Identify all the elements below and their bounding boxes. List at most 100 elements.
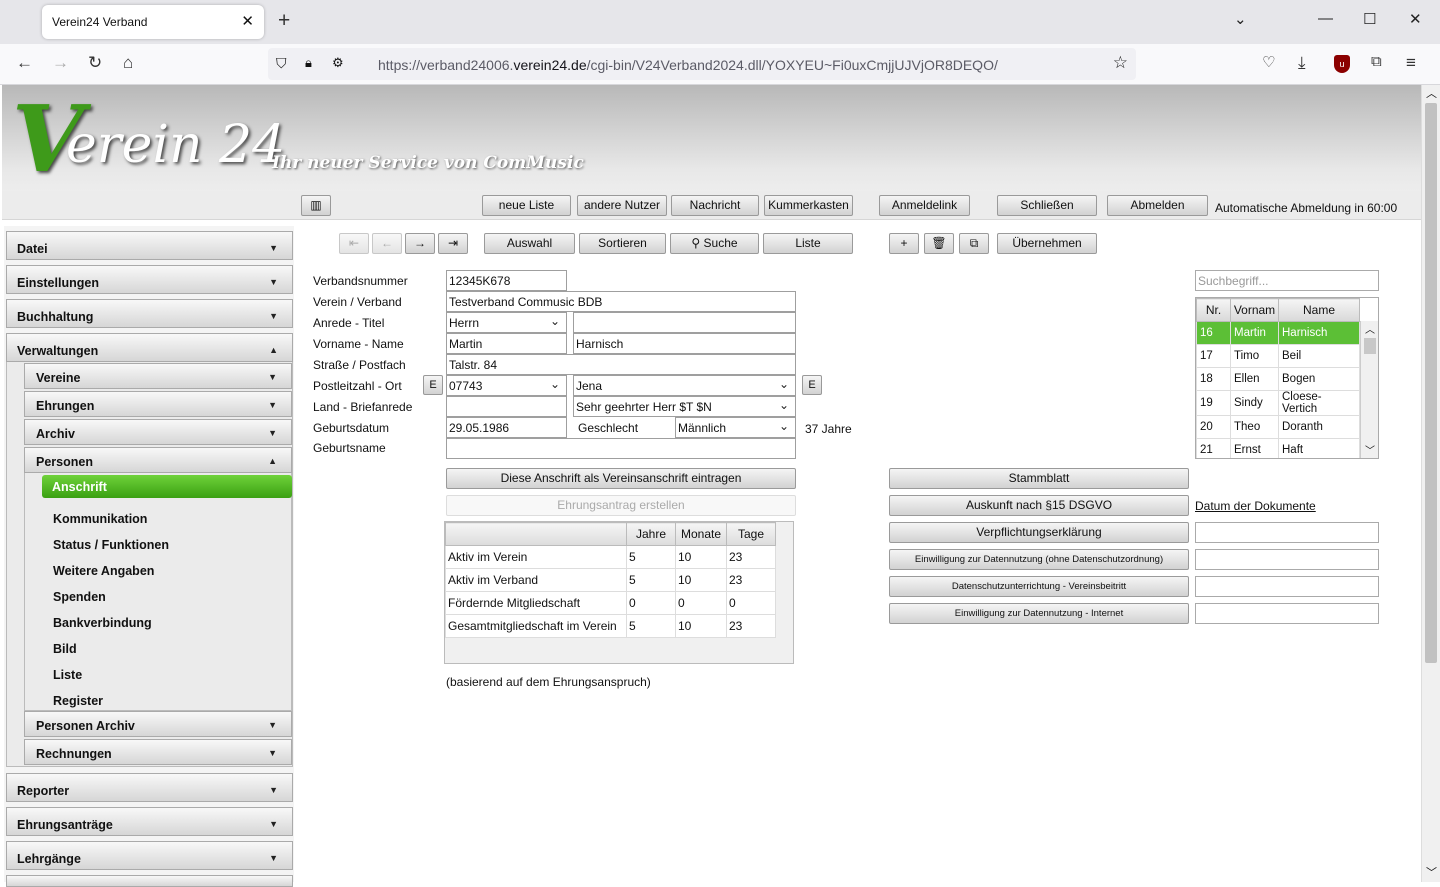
- sortieren-button[interactable]: Sortieren: [579, 233, 666, 254]
- uebernehmen-button[interactable]: Übernehmen: [997, 233, 1097, 254]
- neue-liste-button[interactable]: neue Liste: [482, 195, 571, 216]
- menu-ehrungsantraege[interactable]: Ehrungsanträge ▼: [6, 807, 293, 836]
- plz-select[interactable]: 07743: [446, 375, 567, 396]
- abmelden-button[interactable]: Abmelden: [1107, 195, 1208, 216]
- scroll-thumb[interactable]: [1425, 103, 1437, 663]
- permissions-icon[interactable]: ⚙: [332, 55, 344, 71]
- einwilligung2-button[interactable]: Einwilligung zur Datennutzung - Internet: [889, 603, 1189, 624]
- last-record-icon[interactable]: ⇥: [438, 233, 468, 254]
- list-scrollbar[interactable]: ︿ ﹀: [1360, 321, 1378, 458]
- einwilligung1-button[interactable]: Einwilligung zur Datennutzung (ohne Date…: [889, 549, 1189, 570]
- suche-button[interactable]: ⚲ Suche: [670, 233, 759, 254]
- ort-edit-button[interactable]: E: [802, 375, 822, 395]
- menu-vereine[interactable]: Vereine ▼: [24, 363, 292, 389]
- datenschutz-button[interactable]: Datenschutzunterrichtung - Vereinsbeitri…: [889, 576, 1189, 597]
- list-item[interactable]: 17 Timo Beil: [1196, 344, 1360, 368]
- verpflichtung-button[interactable]: Verpflichtungserklärung: [889, 522, 1189, 543]
- close-tab-icon[interactable]: ✕: [241, 12, 254, 30]
- strasse-field[interactable]: Talstr. 84: [446, 354, 796, 375]
- menu-more[interactable]: [6, 875, 293, 887]
- copy-icon[interactable]: ⧉: [959, 233, 989, 254]
- titel-field[interactable]: [573, 312, 796, 333]
- maximize-icon[interactable]: ☐: [1363, 10, 1376, 28]
- andere-nutzer-button[interactable]: andere Nutzer: [577, 195, 667, 216]
- geburtsdatum-field[interactable]: 29.05.1986: [446, 417, 567, 438]
- menu-reporter[interactable]: Reporter ▼: [6, 773, 293, 802]
- nachricht-button[interactable]: Nachricht: [671, 195, 759, 216]
- schliessen-button[interactable]: Schließen: [997, 195, 1097, 216]
- menu-lehrgaenge[interactable]: Lehrgänge ▼: [6, 841, 293, 870]
- menu-bild[interactable]: Bild: [53, 642, 77, 656]
- menu-register[interactable]: Register: [53, 694, 103, 708]
- new-tab-icon[interactable]: +: [278, 9, 290, 33]
- url-bar[interactable]: ⛉ 🔒︎ ⚙ https://verband24006.verein24.de/…: [268, 48, 1136, 80]
- ehrungsantrag-button[interactable]: Ehrungsantrag erstellen: [446, 495, 796, 516]
- datenschutz-date[interactable]: [1195, 576, 1379, 597]
- menu-verwaltungen[interactable]: Verwaltungen ▲: [6, 333, 293, 362]
- ort-select[interactable]: Jena: [573, 375, 796, 396]
- menu-icon[interactable]: ≡: [1406, 53, 1416, 73]
- trash-icon[interactable]: 🗑︎: [924, 233, 954, 254]
- url-text[interactable]: https://verband24006.verein24.de/cgi-bin…: [378, 57, 998, 73]
- menu-weitere-angaben[interactable]: Weitere Angaben: [53, 564, 154, 578]
- chevron-up-icon[interactable]: ︿: [1365, 321, 1375, 336]
- next-record-icon[interactable]: →: [405, 233, 435, 254]
- list-item[interactable]: 21 Ernst Haft: [1196, 438, 1360, 458]
- geschlecht-select[interactable]: Männlich: [675, 417, 796, 438]
- browser-tab[interactable]: Verein24 Verband ✕: [42, 5, 264, 39]
- plz-edit-button[interactable]: E: [423, 375, 443, 395]
- verbandsnummer-field[interactable]: 12345K678: [446, 270, 567, 291]
- prev-record-icon[interactable]: ←: [372, 233, 402, 254]
- first-record-icon[interactable]: ⇤: [339, 233, 369, 254]
- download-icon[interactable]: ⤓: [1298, 53, 1306, 73]
- anmeldelink-button[interactable]: Anmeldelink: [879, 195, 970, 216]
- bookmark-star-icon[interactable]: ☆: [1113, 53, 1128, 73]
- name-field[interactable]: Harnisch: [573, 333, 796, 354]
- anrede-select[interactable]: Herrn: [446, 312, 567, 333]
- add-icon[interactable]: +: [889, 233, 919, 254]
- home-icon[interactable]: ⌂: [123, 53, 133, 73]
- menu-rechnungen[interactable]: Rechnungen ▼: [24, 739, 292, 765]
- forward-icon[interactable]: →: [52, 53, 69, 73]
- ublock-icon[interactable]: u: [1334, 55, 1350, 73]
- menu-anschrift[interactable]: Anschrift: [42, 475, 292, 498]
- liste-button[interactable]: Liste: [763, 233, 853, 254]
- verein-field[interactable]: Testverband Commusic BDB: [446, 291, 796, 312]
- list-item[interactable]: 18 Ellen Bogen: [1196, 367, 1360, 391]
- vereinsanschrift-button[interactable]: Diese Anschrift als Vereinsanschrift ein…: [446, 468, 796, 489]
- menu-einstellungen[interactable]: Einstellungen ▼: [6, 265, 293, 294]
- menu-archiv[interactable]: Archiv ▼: [24, 419, 292, 445]
- back-icon[interactable]: ←: [16, 53, 33, 73]
- verpflichtung-date[interactable]: [1195, 522, 1379, 543]
- auskunft-button[interactable]: Auskunft nach §15 DSGVO: [889, 495, 1189, 516]
- menu-toggle-button[interactable]: ▥: [301, 195, 331, 216]
- extensions-icon[interactable]: ⧉: [1371, 53, 1382, 70]
- menu-personen-archiv[interactable]: Personen Archiv ▼: [24, 711, 292, 737]
- menu-status-funktionen[interactable]: Status / Funktionen: [53, 538, 169, 552]
- vorname-field[interactable]: Martin: [446, 333, 567, 354]
- menu-bankverbindung[interactable]: Bankverbindung: [53, 616, 152, 630]
- menu-liste[interactable]: Liste: [53, 668, 82, 682]
- pocket-icon[interactable]: ♡: [1262, 53, 1275, 71]
- minimize-icon[interactable]: —: [1318, 10, 1333, 27]
- window-close-icon[interactable]: ✕: [1409, 10, 1422, 28]
- kummerkasten-button[interactable]: Kummerkasten: [764, 195, 853, 216]
- menu-datei[interactable]: Datei ▼: [6, 231, 293, 260]
- page-scrollbar[interactable]: ︿ ﹀: [1421, 85, 1440, 882]
- menu-kommunikation[interactable]: Kommunikation: [53, 512, 147, 526]
- menu-personen[interactable]: Personen ▲: [24, 447, 292, 473]
- chevron-down-icon[interactable]: ﹀: [1426, 864, 1437, 880]
- land-field[interactable]: [446, 396, 567, 417]
- search-input[interactable]: Suchbegriff...: [1195, 270, 1379, 291]
- geburtsname-field[interactable]: [446, 438, 796, 459]
- chevron-up-icon[interactable]: ︿: [1426, 85, 1437, 101]
- tab-list-icon[interactable]: ⌄: [1234, 10, 1247, 28]
- lock-icon[interactable]: 🔒︎: [305, 55, 312, 71]
- menu-buchhaltung[interactable]: Buchhaltung ▼: [6, 299, 293, 328]
- einwilligung2-date[interactable]: [1195, 603, 1379, 624]
- shield-icon[interactable]: ⛉: [276, 55, 287, 72]
- list-item[interactable]: 16 Martin Harnisch: [1196, 321, 1360, 345]
- auswahl-button[interactable]: Auswahl: [484, 233, 575, 254]
- list-item[interactable]: 19 Sindy Cloese-Vertich: [1196, 390, 1360, 416]
- stammblatt-button[interactable]: Stammblatt: [889, 468, 1189, 489]
